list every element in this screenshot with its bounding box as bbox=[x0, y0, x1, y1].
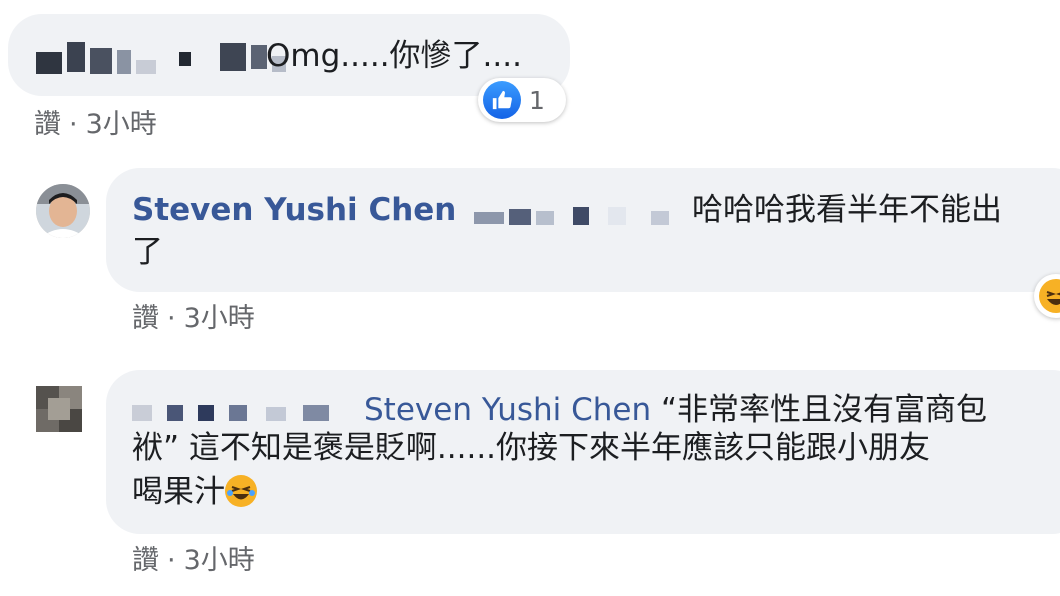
comment-text: “非常率性且沒有富商包 bbox=[661, 392, 988, 428]
comment-text: 哈哈哈我看半年不能出 bbox=[692, 192, 1002, 228]
like-action-link[interactable]: 讚 bbox=[132, 303, 159, 334]
comment-actions: 讚 · 3小時 bbox=[34, 102, 157, 141]
separator-dot: · bbox=[69, 109, 78, 140]
mentioned-user-link[interactable]: Steven Yushi Chen bbox=[364, 392, 651, 428]
laughing-emoji-icon bbox=[225, 475, 257, 507]
separator-dot: · bbox=[167, 545, 176, 576]
comment-text: 袱” 這不知是褒是貶啊......你接下來半年應該只能跟小朋友 bbox=[132, 430, 931, 466]
like-action-link[interactable]: 讚 bbox=[34, 109, 61, 140]
reaction-summary[interactable]: 1 bbox=[478, 78, 566, 122]
comment-text: 了 bbox=[132, 234, 163, 270]
like-icon bbox=[483, 81, 521, 119]
avatar[interactable] bbox=[36, 386, 82, 432]
comment-actions: 讚 · 3小時 bbox=[132, 538, 255, 577]
like-action-link[interactable]: 讚 bbox=[132, 545, 159, 576]
blurred-author-name bbox=[36, 40, 291, 74]
comment-text-line: 喝果汁 bbox=[132, 472, 257, 512]
avatar[interactable] bbox=[36, 184, 90, 238]
comment-actions: 讚 · 3小時 bbox=[132, 296, 255, 335]
blurred-author-name bbox=[132, 396, 334, 424]
comment-author[interactable]: Steven Yushi Chen bbox=[132, 190, 456, 230]
timestamp-link[interactable]: 3小時 bbox=[86, 109, 157, 140]
reaction-count: 1 bbox=[529, 85, 545, 115]
comment-thread: Omg.....你慘了.... 1 讚 · 3小時 Steven Yushi Che… bbox=[0, 0, 1060, 596]
comment-text: Omg.....你慘了.... bbox=[266, 38, 522, 74]
comment-text-line: Steven Yushi Chen “非常率性且沒有富商包 bbox=[364, 390, 987, 430]
comment-bubble bbox=[106, 168, 1060, 292]
comment-text: 喝果汁 bbox=[132, 474, 225, 510]
separator-dot: · bbox=[167, 303, 176, 334]
timestamp-link[interactable]: 3小時 bbox=[184, 545, 255, 576]
timestamp-link[interactable]: 3小時 bbox=[184, 303, 255, 334]
blurred-mention bbox=[474, 200, 674, 226]
haha-icon bbox=[1039, 279, 1060, 313]
